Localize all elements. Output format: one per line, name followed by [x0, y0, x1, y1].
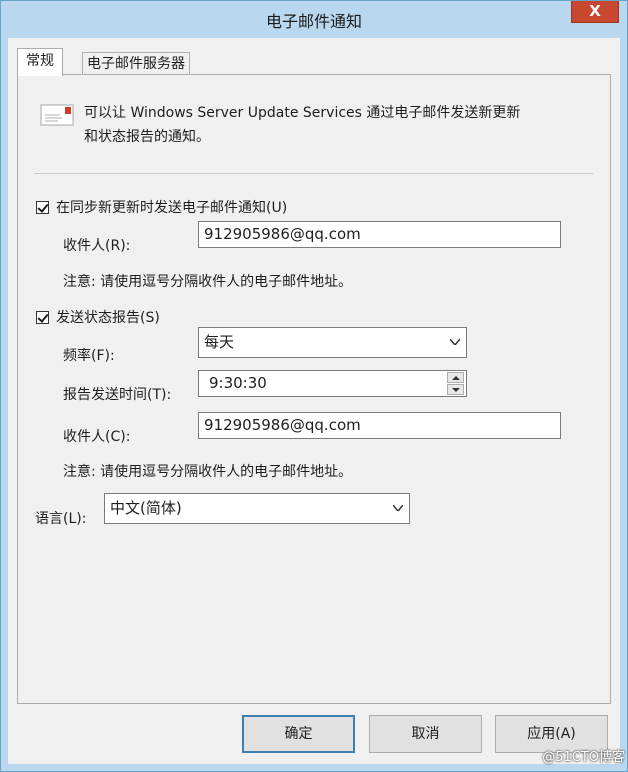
sync-recipients-note: 注意: 请使用逗号分隔收件人的电子邮件地址。 — [63, 274, 353, 290]
spin-down-button[interactable] — [447, 384, 464, 395]
checkbox-checked-icon[interactable] — [36, 200, 49, 214]
watermark: @51CTO博客 — [542, 750, 625, 765]
sync-recipients-label: 收件人(R): — [63, 238, 131, 254]
mail-envelope-icon — [40, 104, 74, 126]
chevron-down-icon — [393, 505, 403, 511]
send-time-label: 报告发送时间(T): — [63, 387, 172, 403]
tab-general[interactable]: 常规 — [17, 48, 63, 76]
time-spinner[interactable] — [447, 372, 464, 395]
intro-text: 可以让 Windows Server Update Services 通过电子邮… — [84, 105, 521, 145]
report-recipients-note: 注意: 请使用逗号分隔收件人的电子邮件地址。 — [63, 464, 353, 480]
chevron-down-icon — [450, 339, 460, 345]
close-icon: X — [589, 2, 601, 20]
tab-email-server[interactable]: 电子邮件服务器 — [82, 52, 190, 75]
arrow-down-icon — [452, 388, 460, 392]
section-divider — [35, 173, 593, 174]
sync-recipients-input[interactable]: 912905986@qq.com — [198, 221, 561, 248]
language-label: 语言(L): — [35, 511, 87, 527]
spin-up-button[interactable] — [447, 372, 464, 383]
status-report-checkbox[interactable]: 发送状态报告(S) — [36, 307, 160, 327]
sync-notify-label: 在同步新更新时发送电子邮件通知(U) — [56, 200, 288, 216]
report-recipients-input[interactable]: 912905986@qq.com — [198, 412, 561, 439]
report-recipients-label: 收件人(C): — [63, 429, 131, 445]
sync-notify-checkbox[interactable]: 在同步新更新时发送电子邮件通知(U) — [36, 197, 287, 217]
title-bar[interactable]: 电子邮件通知 X — [1, 1, 627, 38]
window-title: 电子邮件通知 — [265, 12, 362, 31]
frequency-label: 频率(F): — [63, 348, 115, 364]
send-time-input[interactable]: 9:30:30 — [198, 370, 467, 397]
dialog-client-area: 常规 电子邮件服务器 可以让 Windows Server Update Ser… — [8, 38, 620, 764]
language-select[interactable]: 中文(简体) — [104, 493, 410, 524]
cancel-button[interactable]: 取消 — [369, 715, 482, 753]
ok-button[interactable]: 确定 — [242, 715, 355, 753]
status-report-label: 发送状态报告(S) — [56, 310, 160, 326]
frequency-select[interactable]: 每天 — [198, 327, 467, 358]
dialog-window: 电子邮件通知 X 常规 电子邮件服务器 可以让 Windows Server U… — [0, 0, 628, 772]
arrow-up-icon — [452, 376, 460, 380]
general-tab-panel: 可以让 Windows Server Update Services 通过电子邮… — [17, 74, 611, 704]
close-button[interactable]: X — [571, 1, 619, 23]
checkbox-checked-icon[interactable] — [36, 310, 49, 324]
